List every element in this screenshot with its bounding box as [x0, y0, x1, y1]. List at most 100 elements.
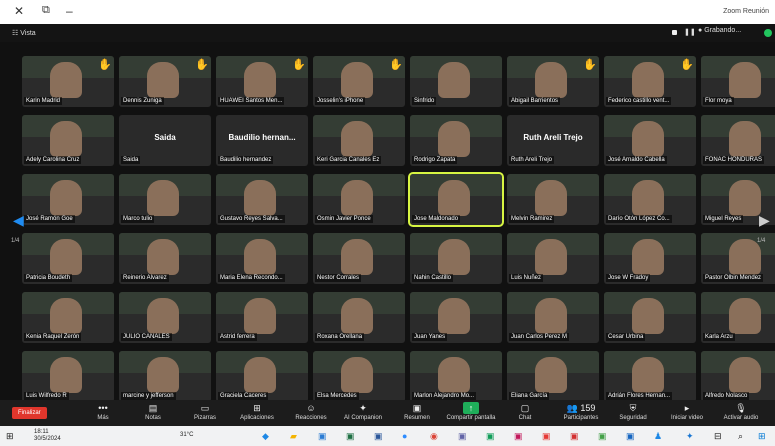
- participant-tile[interactable]: Adely Carolina Cruz: [22, 115, 114, 166]
- participant-tile[interactable]: Marlon Alejandro Mo...: [410, 351, 502, 402]
- participant-tile[interactable]: Jose W Fradoy: [604, 233, 696, 284]
- participant-tile[interactable]: Juan Carlos Perez M: [507, 292, 599, 343]
- participant-tile[interactable]: FONAC HONDURAS: [701, 115, 775, 166]
- participant-tile[interactable]: Darío Otón López Co...: [604, 174, 696, 225]
- restore-icon[interactable]: ⧉: [42, 4, 50, 17]
- participant-tile[interactable]: Maria Elena Recondo...: [216, 233, 308, 284]
- participant-video: [729, 62, 761, 98]
- participant-tile[interactable]: Flor moya✋: [701, 56, 775, 107]
- edge-icon[interactable]: ◆: [262, 431, 269, 442]
- participant-tile[interactable]: Reinerio Alvarez: [119, 233, 211, 284]
- close-icon[interactable]: ✕: [14, 4, 24, 18]
- next-page-arrow-icon[interactable]: ▶: [759, 212, 770, 229]
- folder-icon[interactable]: ▰: [290, 431, 297, 442]
- user-icon[interactable]: ♟: [654, 431, 662, 442]
- security-shield-icon[interactable]: [764, 29, 772, 37]
- participant-name: Alfredo Nolasco: [703, 392, 750, 400]
- taskbar-clock[interactable]: 18:11 30/5/2024: [34, 429, 61, 443]
- participant-tile[interactable]: Luis Nuñez: [507, 233, 599, 284]
- excel-icon[interactable]: ▣: [346, 431, 355, 442]
- participant-tile[interactable]: Karin Madrid ✋: [22, 56, 114, 107]
- participant-tile[interactable]: Nestor Corrales: [313, 233, 405, 284]
- stop-recording-icon[interactable]: [672, 30, 677, 35]
- participant-tile[interactable]: marcine y jefferson: [119, 351, 211, 402]
- end-meeting-button[interactable]: Finalizar: [12, 407, 47, 419]
- participant-tile[interactable]: Nahin Castillo: [410, 233, 502, 284]
- participant-name: Ruth Areli Trejo: [509, 156, 555, 164]
- participant-tile[interactable]: Josselin's iPhone ✋: [313, 56, 405, 107]
- widgets-icon[interactable]: ✦: [686, 431, 694, 442]
- participant-tile[interactable]: Roxana Orellana: [313, 292, 405, 343]
- participant-video: [147, 62, 179, 98]
- start-video-button[interactable]: ▸ Iniciar video: [662, 402, 712, 421]
- participant-tile[interactable]: Jose Maldonado: [408, 172, 504, 227]
- apps-button[interactable]: ⊞ Aplicaciones: [232, 402, 282, 421]
- participant-tile[interactable]: Graciela Caceres: [216, 351, 308, 402]
- participant-tile[interactable]: Rodrigo Zapata: [410, 115, 502, 166]
- notes-button[interactable]: ▤ Notas: [128, 402, 178, 421]
- participant-video: [438, 121, 470, 157]
- participant-tile[interactable]: Dennis Zuniga ✋: [119, 56, 211, 107]
- zoom-icon[interactable]: ●: [402, 431, 407, 441]
- whiteboards-button[interactable]: ▭ Pizarras: [180, 402, 230, 421]
- participant-tile[interactable]: Osmin Javier Ponce: [313, 174, 405, 225]
- windows-logo-icon[interactable]: ⊞: [758, 431, 766, 442]
- unmute-audio-button[interactable]: 🎙 Activar audio: [716, 402, 766, 421]
- reactions-button[interactable]: ☺ Reacciones: [286, 402, 336, 421]
- share-screen-button[interactable]: ↑ Compartir pantalla: [446, 402, 496, 421]
- participant-tile[interactable]: Astrid ferrera: [216, 292, 308, 343]
- toolbar-label: Pizarras: [193, 415, 216, 421]
- participant-video: [244, 357, 276, 393]
- participant-tile[interactable]: José Arnaldo Cabella: [604, 115, 696, 166]
- minimize-icon[interactable]: –: [66, 4, 73, 18]
- participant-tile[interactable]: Gustavo Reyes Salva...: [216, 174, 308, 225]
- pause-recording-icon[interactable]: ❚❚: [684, 28, 696, 36]
- participant-tile[interactable]: Baudilio hernan... Baudilio hernandez: [216, 115, 308, 166]
- participant-tile[interactable]: Eliana García: [507, 351, 599, 402]
- participant-tile[interactable]: Federico castillo vent... ✋: [604, 56, 696, 107]
- security-button[interactable]: ⛨ Seguridad: [608, 402, 658, 421]
- participant-tile[interactable]: JULIO CANALES: [119, 292, 211, 343]
- ai-companion-button[interactable]: ✦ AI Companion: [338, 402, 388, 421]
- chrome-icon[interactable]: ◉: [430, 431, 438, 442]
- store-icon[interactable]: ▣: [598, 431, 607, 442]
- view-button[interactable]: ☷ Vista: [12, 29, 36, 37]
- chat-button[interactable]: ▢ Chat: [500, 402, 550, 421]
- participant-tile[interactable]: Cesar Urbina: [604, 292, 696, 343]
- participant-tile[interactable]: HUAWEI Santos Men... ✋: [216, 56, 308, 107]
- participant-tile[interactable]: Saida Saida: [119, 115, 211, 166]
- participant-tile[interactable]: Abigail Barrientos ✋: [507, 56, 599, 107]
- teams-icon[interactable]: ▣: [458, 431, 467, 442]
- search-icon[interactable]: ⌕: [738, 431, 743, 442]
- pdf-icon[interactable]: ▣: [542, 431, 551, 442]
- summary-button[interactable]: ▣ Resumen: [392, 402, 442, 421]
- windows-start-icon[interactable]: ⊞: [6, 431, 14, 442]
- participant-tile[interactable]: Elsa Mercedes: [313, 351, 405, 402]
- participant-name: Josselin's iPhone: [315, 97, 366, 105]
- participant-tile[interactable]: Alfredo Nolasco: [701, 351, 775, 402]
- participant-tile[interactable]: Sinfrido: [410, 56, 502, 107]
- participant-tile[interactable]: Ruth Areli Trejo Ruth Areli Trejo: [507, 115, 599, 166]
- powerpoint-icon[interactable]: ▣: [570, 431, 579, 442]
- participant-tile[interactable]: Keri Garcia Canales Ez: [313, 115, 405, 166]
- participant-tile[interactable]: Juan Yanes: [410, 292, 502, 343]
- sheets-icon[interactable]: ▣: [486, 431, 495, 442]
- photos-icon[interactable]: ▣: [626, 431, 635, 442]
- window-titlebar: ✕ ⧉ – Zoom Reunión: [0, 0, 775, 24]
- participant-tile[interactable]: Kenia Raquel Zerón: [22, 292, 114, 343]
- outlook-icon[interactable]: ▣: [374, 431, 383, 442]
- participant-tile[interactable]: Adrián Flores Hernan...: [604, 351, 696, 402]
- participant-tile[interactable]: Karla Arzu: [701, 292, 775, 343]
- weather-temp[interactable]: 31°C: [180, 432, 193, 438]
- participant-tile[interactable]: Melvin Ramirez: [507, 174, 599, 225]
- participants-button[interactable]: 👥 159 Participantes: [556, 402, 606, 421]
- participant-tile[interactable]: José Ramón Goe: [22, 174, 114, 225]
- word-icon[interactable]: ▣: [318, 431, 327, 442]
- participant-tile[interactable]: Marco tulio: [119, 174, 211, 225]
- taskview-icon[interactable]: ⊟: [714, 431, 722, 442]
- more-button[interactable]: ••• Más: [78, 402, 128, 421]
- participant-tile[interactable]: Luis Wilfredo R: [22, 351, 114, 402]
- app-icon[interactable]: ▣: [514, 431, 523, 442]
- participant-tile[interactable]: Patricia Boudeth: [22, 233, 114, 284]
- previous-page-arrow-icon[interactable]: ◀: [13, 212, 24, 229]
